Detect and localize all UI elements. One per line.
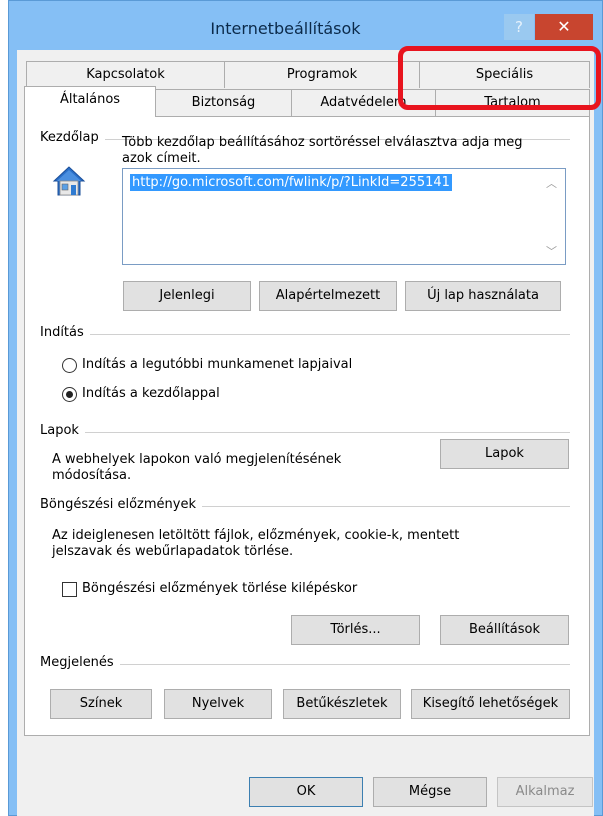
house-icon — [52, 164, 86, 198]
tab-kapcsolatok[interactable]: Kapcsolatok — [26, 61, 225, 88]
tab-altalanos[interactable]: Általános — [24, 86, 156, 117]
radio-selected-dot — [66, 391, 73, 398]
current-page-button[interactable]: Jelenlegi — [123, 281, 251, 311]
homepage-description-line1: Több kezdőlap beállításához sortöréssel … — [122, 135, 523, 150]
group-label-appearance: Megjelenés — [40, 655, 120, 670]
tab-biztonsag[interactable]: Biztonság — [155, 89, 292, 116]
history-description-line2: jelszavak és webűrlapadatok törlése. — [52, 544, 294, 559]
group-label-inditas: Indítás — [40, 325, 90, 340]
close-button[interactable]: ✕ — [535, 14, 593, 40]
tabs-button[interactable]: Lapok — [440, 439, 569, 469]
radio-homepage[interactable] — [62, 387, 77, 402]
highlight-box — [398, 46, 601, 110]
new-tab-button[interactable]: Új lap használata — [405, 281, 561, 311]
colors-button[interactable]: Színek — [50, 689, 152, 719]
separator-inditas — [44, 334, 570, 335]
history-settings-button[interactable]: Beállítások — [440, 615, 569, 645]
homepage-description-line2: azok címeit. — [122, 151, 201, 166]
cancel-button[interactable]: Mégse — [373, 777, 487, 807]
radio-homepage-label[interactable]: Indítás a kezdőlappal — [82, 386, 220, 402]
accessibility-button[interactable]: Kisegítő lehetőségek — [411, 689, 570, 719]
default-page-button[interactable]: Alapértelmezett — [259, 281, 397, 311]
close-icon: ✕ — [557, 17, 571, 36]
radio-last-session[interactable] — [62, 358, 77, 373]
separator-appearance — [44, 664, 570, 665]
tabs-description-line1: A webhelyek lapokon való megjelenítéséne… — [52, 452, 342, 467]
radio-last-session-label[interactable]: Indítás a legutóbbi munkamenet lapjaival — [82, 357, 352, 373]
ok-button[interactable]: OK — [249, 777, 363, 807]
languages-button[interactable]: Nyelvek — [164, 689, 272, 719]
group-label-lapok: Lapok — [40, 423, 85, 438]
scroll-down-icon[interactable]: ﹀ — [546, 243, 557, 259]
tab-programok[interactable]: Programok — [224, 61, 420, 88]
delete-history-on-exit-checkbox[interactable] — [62, 582, 77, 597]
homepage-url-selected-text[interactable]: http://go.microsoft.com/fwlink/p/?LinkId… — [130, 174, 452, 191]
history-description-line1: Az ideiglenesen letöltött fájlok, előzmé… — [52, 528, 460, 543]
delete-history-button[interactable]: Törlés... — [291, 615, 420, 645]
group-label-history: Böngészési előzmények — [40, 497, 202, 512]
textarea-scrollbar[interactable]: ︿ ﹀ — [537, 169, 565, 264]
delete-history-on-exit-label[interactable]: Böngészési előzmények törlése kilépéskor — [82, 581, 357, 597]
help-icon: ? — [515, 18, 523, 36]
window-title: Internetbeállítások — [210, 19, 361, 38]
apply-button[interactable]: Alkalmaz — [497, 777, 593, 807]
fonts-button[interactable]: Betűkészletek — [283, 689, 401, 719]
group-label-kezdolap: Kezdőlap — [40, 130, 105, 145]
help-button[interactable]: ? — [504, 14, 534, 40]
tabs-description-line2: módosítása. — [52, 468, 132, 483]
separator-lapok — [44, 432, 570, 433]
scroll-up-icon[interactable]: ︿ — [546, 175, 557, 191]
